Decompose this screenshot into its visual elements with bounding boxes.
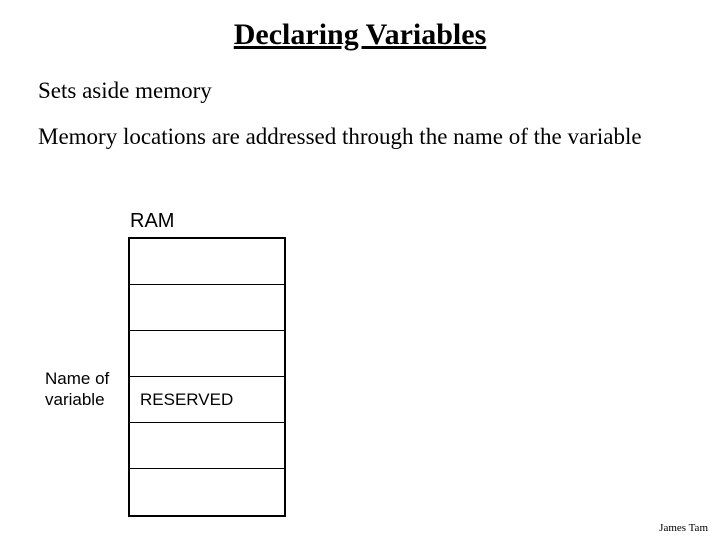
bullet-list: Sets aside memory Memory locations are a…	[38, 78, 678, 170]
ram-cell	[130, 285, 284, 331]
ram-cell	[130, 423, 284, 469]
bullet-2: Memory locations are addressed through t…	[38, 124, 678, 150]
ram-cell	[130, 331, 284, 377]
ram-cell	[130, 469, 284, 515]
ram-cell	[130, 239, 284, 285]
ram-cell-reserved: RESERVED	[130, 377, 284, 423]
ram-heading: RAM	[130, 210, 286, 233]
ram-diagram: RAM RESERVED	[128, 210, 286, 517]
footer-author: James Tam	[659, 522, 708, 534]
slide-title: Declaring Variables	[0, 18, 720, 52]
ram-box: RESERVED	[128, 237, 286, 517]
slide: Declaring Variables Sets aside memory Me…	[0, 0, 720, 540]
variable-name-label: Name of variable	[45, 368, 120, 411]
bullet-1: Sets aside memory	[38, 78, 678, 104]
